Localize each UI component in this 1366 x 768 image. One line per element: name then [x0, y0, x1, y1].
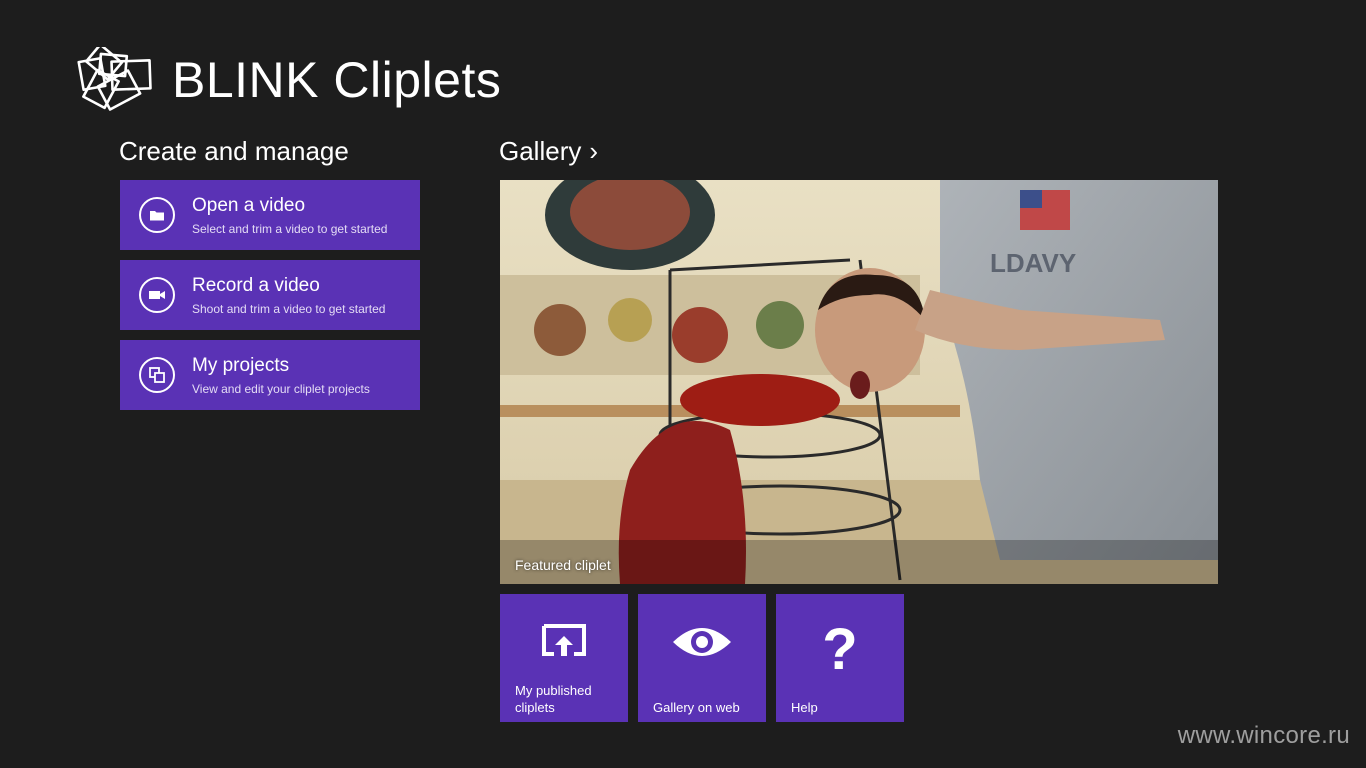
my-projects-subtitle: View and edit your cliplet projects: [192, 381, 370, 396]
gallery-on-web-tile[interactable]: Gallery on web: [638, 594, 766, 722]
featured-cliplet-image: LDAVY: [500, 180, 1218, 584]
projects-icon: [139, 357, 175, 393]
open-video-title: Open a video: [192, 194, 306, 216]
gallery-tiles: My published cliplets Gallery on web ? H…: [500, 594, 904, 722]
gallery-on-web-label: Gallery on web: [653, 700, 740, 715]
my-projects-title: My projects: [192, 354, 290, 376]
create-manage-heading: Create and manage: [119, 136, 349, 166]
chevron-right-icon: ›: [589, 136, 599, 166]
app-header: BLINK Cliplets: [72, 44, 501, 116]
record-video-subtitle: Shoot and trim a video to get started: [192, 301, 386, 316]
help-label: Help: [791, 700, 818, 715]
record-video-title: Record a video: [192, 274, 320, 296]
open-video-button[interactable]: Open a video Select and trim a video to …: [120, 180, 420, 250]
create-manage-list: Open a video Select and trim a video to …: [120, 180, 420, 420]
help-icon: ?: [822, 617, 858, 682]
gallery-heading-label: Gallery: [499, 136, 582, 166]
open-video-subtitle: Select and trim a video to get started: [192, 221, 388, 236]
watermark: www.wincore.ru: [1177, 722, 1350, 749]
eye-icon: [673, 628, 731, 656]
my-published-cliplets-tile[interactable]: My published cliplets: [500, 594, 628, 722]
my-projects-button[interactable]: My projects View and edit your cliplet p…: [120, 340, 420, 410]
my-published-cliplets-label: My published cliplets: [515, 683, 592, 715]
record-video-button[interactable]: Record a video Shoot and trim a video to…: [120, 260, 420, 330]
app-title: BLINK Cliplets: [172, 52, 502, 108]
gallery-heading-link[interactable]: Gallery ›: [499, 136, 598, 166]
svg-text:LDAVY: LDAVY: [990, 248, 1076, 278]
featured-cliplet-label: Featured cliplet: [515, 557, 611, 573]
help-tile[interactable]: ? Help: [776, 594, 904, 722]
blink-cliplets-logo-icon: [77, 47, 152, 111]
folder-icon: [139, 197, 175, 233]
publish-icon: [542, 624, 586, 656]
featured-cliplet-tile[interactable]: LDAVY Featured cliplet: [500, 180, 1218, 584]
video-camera-icon: [139, 277, 175, 313]
